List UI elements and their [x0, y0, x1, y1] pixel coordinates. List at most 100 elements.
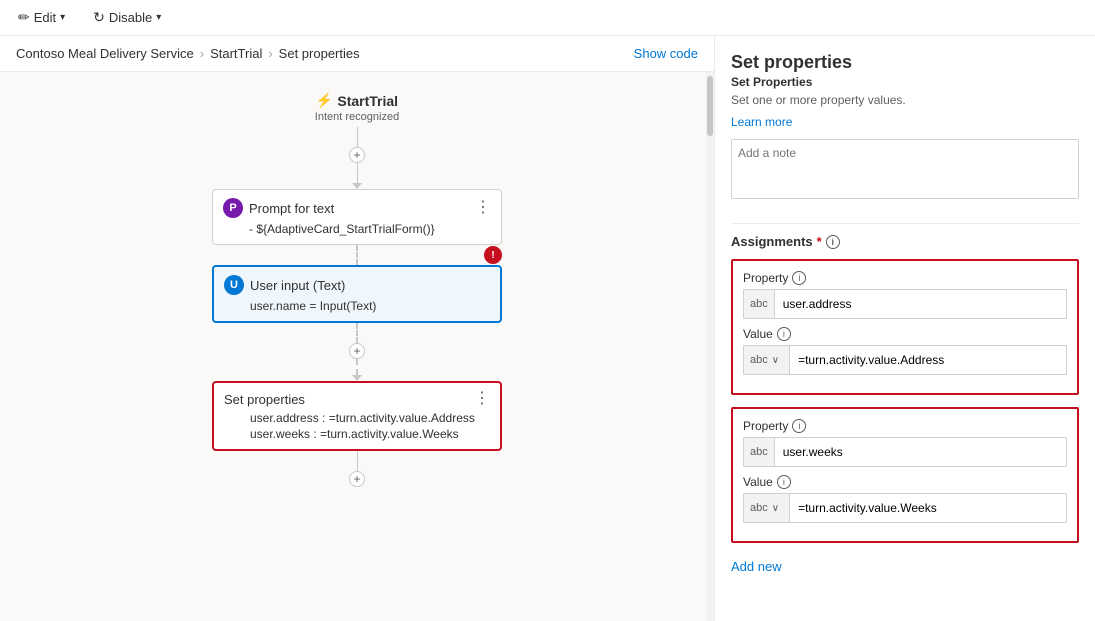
assignment-block-2: Property i abc Value i abc ∨	[731, 407, 1079, 543]
value1-dropdown-icon[interactable]: ∨	[768, 355, 783, 366]
dashed-section: !	[212, 245, 502, 265]
prompt-node-menu[interactable]: ⋮	[475, 200, 491, 216]
set-properties-label: Set properties	[224, 392, 305, 407]
prompt-node[interactable]: P Prompt for text ⋮ - ${AdaptiveCard_Sta…	[212, 189, 502, 245]
dashed-left	[212, 245, 502, 265]
property2-field-row[interactable]: abc	[743, 437, 1067, 467]
value2-label-text: Value	[743, 475, 773, 489]
value1-info-icon[interactable]: i	[777, 327, 791, 341]
property1-field-row[interactable]: abc	[743, 289, 1067, 319]
value2-prefix: abc ∨	[744, 494, 790, 522]
prompt-node-label: Prompt for text	[249, 201, 334, 216]
value2-dropdown-icon[interactable]: ∨	[768, 503, 783, 514]
user-input-node[interactable]: U User input (Text) user.name = Input(Te…	[212, 265, 502, 323]
panel-subtitle: Set Properties	[731, 75, 1079, 89]
prompt-node-title: P Prompt for text	[223, 198, 334, 218]
value1-prefix: abc ∨	[744, 346, 790, 374]
note-textarea[interactable]	[731, 139, 1079, 199]
value1-input[interactable]	[790, 353, 1066, 367]
value2-prefix-text: abc	[750, 502, 768, 514]
property1-label: Property i	[743, 271, 1067, 285]
branch-icon-container: !	[484, 246, 502, 264]
connector-line-1	[357, 127, 358, 147]
canvas-area: Contoso Meal Delivery Service › StartTri…	[0, 36, 715, 621]
set-properties-content: user.address : =turn.activity.value.Addr…	[224, 411, 490, 441]
assignments-text: Assignments	[731, 234, 813, 249]
user-input-content: user.name = Input(Text)	[224, 299, 490, 313]
dashed-connector-2: +	[349, 323, 365, 381]
set-properties-node[interactable]: Set properties ⋮ user.address : =turn.ac…	[212, 381, 502, 451]
breadcrumb-bar: Contoso Meal Delivery Service › StartTri…	[0, 36, 714, 72]
property1-input[interactable]	[775, 297, 1066, 311]
set-prop-line-1: user.address : =turn.activity.value.Addr…	[250, 411, 490, 425]
scroll-thumb[interactable]	[707, 76, 713, 136]
value2-label: Value i	[743, 475, 1067, 489]
disable-icon: ↻	[93, 9, 105, 26]
connector-1: +	[349, 127, 365, 189]
property2-label-text: Property	[743, 419, 788, 433]
add-node-btn-1[interactable]: +	[349, 147, 365, 163]
property1-info-icon[interactable]: i	[792, 271, 806, 285]
value1-label: Value i	[743, 327, 1067, 341]
value2-field-row[interactable]: abc ∨	[743, 493, 1067, 523]
user-input-icon: U	[224, 275, 244, 295]
branch-error-icon: !	[484, 246, 502, 264]
toolbar: ✏ Edit ▾ ↻ Disable ▾	[0, 0, 1095, 36]
breadcrumb-service[interactable]: Contoso Meal Delivery Service	[16, 46, 194, 61]
value1-field-row[interactable]: abc ∨	[743, 345, 1067, 375]
edit-chevron-icon: ▾	[60, 12, 65, 23]
start-node-container: ⚡ StartTrial Intent recognized +	[212, 92, 502, 487]
start-title-text: StartTrial	[337, 93, 398, 109]
property2-label: Property i	[743, 419, 1067, 433]
set-properties-header: Set properties ⋮	[224, 391, 490, 407]
set-properties-menu[interactable]: ⋮	[474, 391, 490, 407]
start-node-title: ⚡ StartTrial	[315, 92, 399, 109]
canvas-inner: ⚡ StartTrial Intent recognized +	[0, 72, 714, 592]
disable-button[interactable]: ↻ Disable ▾	[87, 7, 167, 28]
breadcrumb-action: Set properties	[279, 46, 360, 61]
breadcrumb-sep1: ›	[200, 46, 204, 61]
property1-prefix: abc	[744, 290, 775, 318]
edit-icon: ✏	[18, 9, 30, 26]
add-node-btn-bottom[interactable]: +	[349, 471, 365, 487]
set-prop-line-2: user.weeks : =turn.activity.value.Weeks	[250, 427, 490, 441]
prompt-node-header: P Prompt for text ⋮	[223, 198, 491, 218]
user-input-label: User input (Text)	[250, 278, 345, 293]
branch-icon-x: !	[491, 250, 494, 261]
property2-input[interactable]	[775, 445, 1066, 459]
value1-label-text: Value	[743, 327, 773, 341]
connector-line-bottom	[357, 451, 358, 471]
property1-label-text: Property	[743, 271, 788, 285]
main-layout: Contoso Meal Delivery Service › StartTri…	[0, 36, 1095, 621]
dashed-line-3	[356, 359, 358, 375]
breadcrumb: Contoso Meal Delivery Service › StartTri…	[16, 46, 360, 61]
add-new-button[interactable]: Add new	[731, 555, 1079, 578]
panel-description: Set one or more property values.	[731, 93, 1079, 107]
set-properties-title: Set properties	[224, 392, 305, 407]
user-input-header: U User input (Text)	[224, 275, 490, 295]
show-code-button[interactable]: Show code	[634, 46, 698, 61]
breadcrumb-intent[interactable]: StartTrial	[210, 46, 262, 61]
right-panel: Set properties Set Properties Set one or…	[715, 36, 1095, 621]
value2-info-icon[interactable]: i	[777, 475, 791, 489]
canvas[interactable]: ⚡ StartTrial Intent recognized +	[0, 72, 714, 621]
property2-info-icon[interactable]: i	[792, 419, 806, 433]
value2-input[interactable]	[790, 501, 1066, 515]
breadcrumb-sep2: ›	[268, 46, 272, 61]
start-subtitle: Intent recognized	[315, 111, 399, 123]
scrollbar[interactable]	[706, 72, 714, 621]
required-star: *	[817, 234, 822, 249]
divider-1	[731, 223, 1079, 224]
disable-label: Disable	[109, 10, 152, 25]
add-new-label: Add new	[731, 559, 782, 574]
learn-more-link[interactable]: Learn more	[731, 115, 1079, 129]
assignments-info-icon[interactable]: i	[826, 235, 840, 249]
assignments-label: Assignments * i	[731, 234, 1079, 249]
connector-bottom: +	[349, 451, 365, 487]
dashed-line-1	[356, 245, 358, 265]
edit-button[interactable]: ✏ Edit ▾	[12, 7, 71, 28]
connector-line-1b	[357, 163, 358, 183]
disable-chevron-icon: ▾	[156, 12, 161, 23]
add-node-btn-2[interactable]: +	[349, 343, 365, 359]
assignment-block-1: Property i abc Value i abc ∨	[731, 259, 1079, 395]
